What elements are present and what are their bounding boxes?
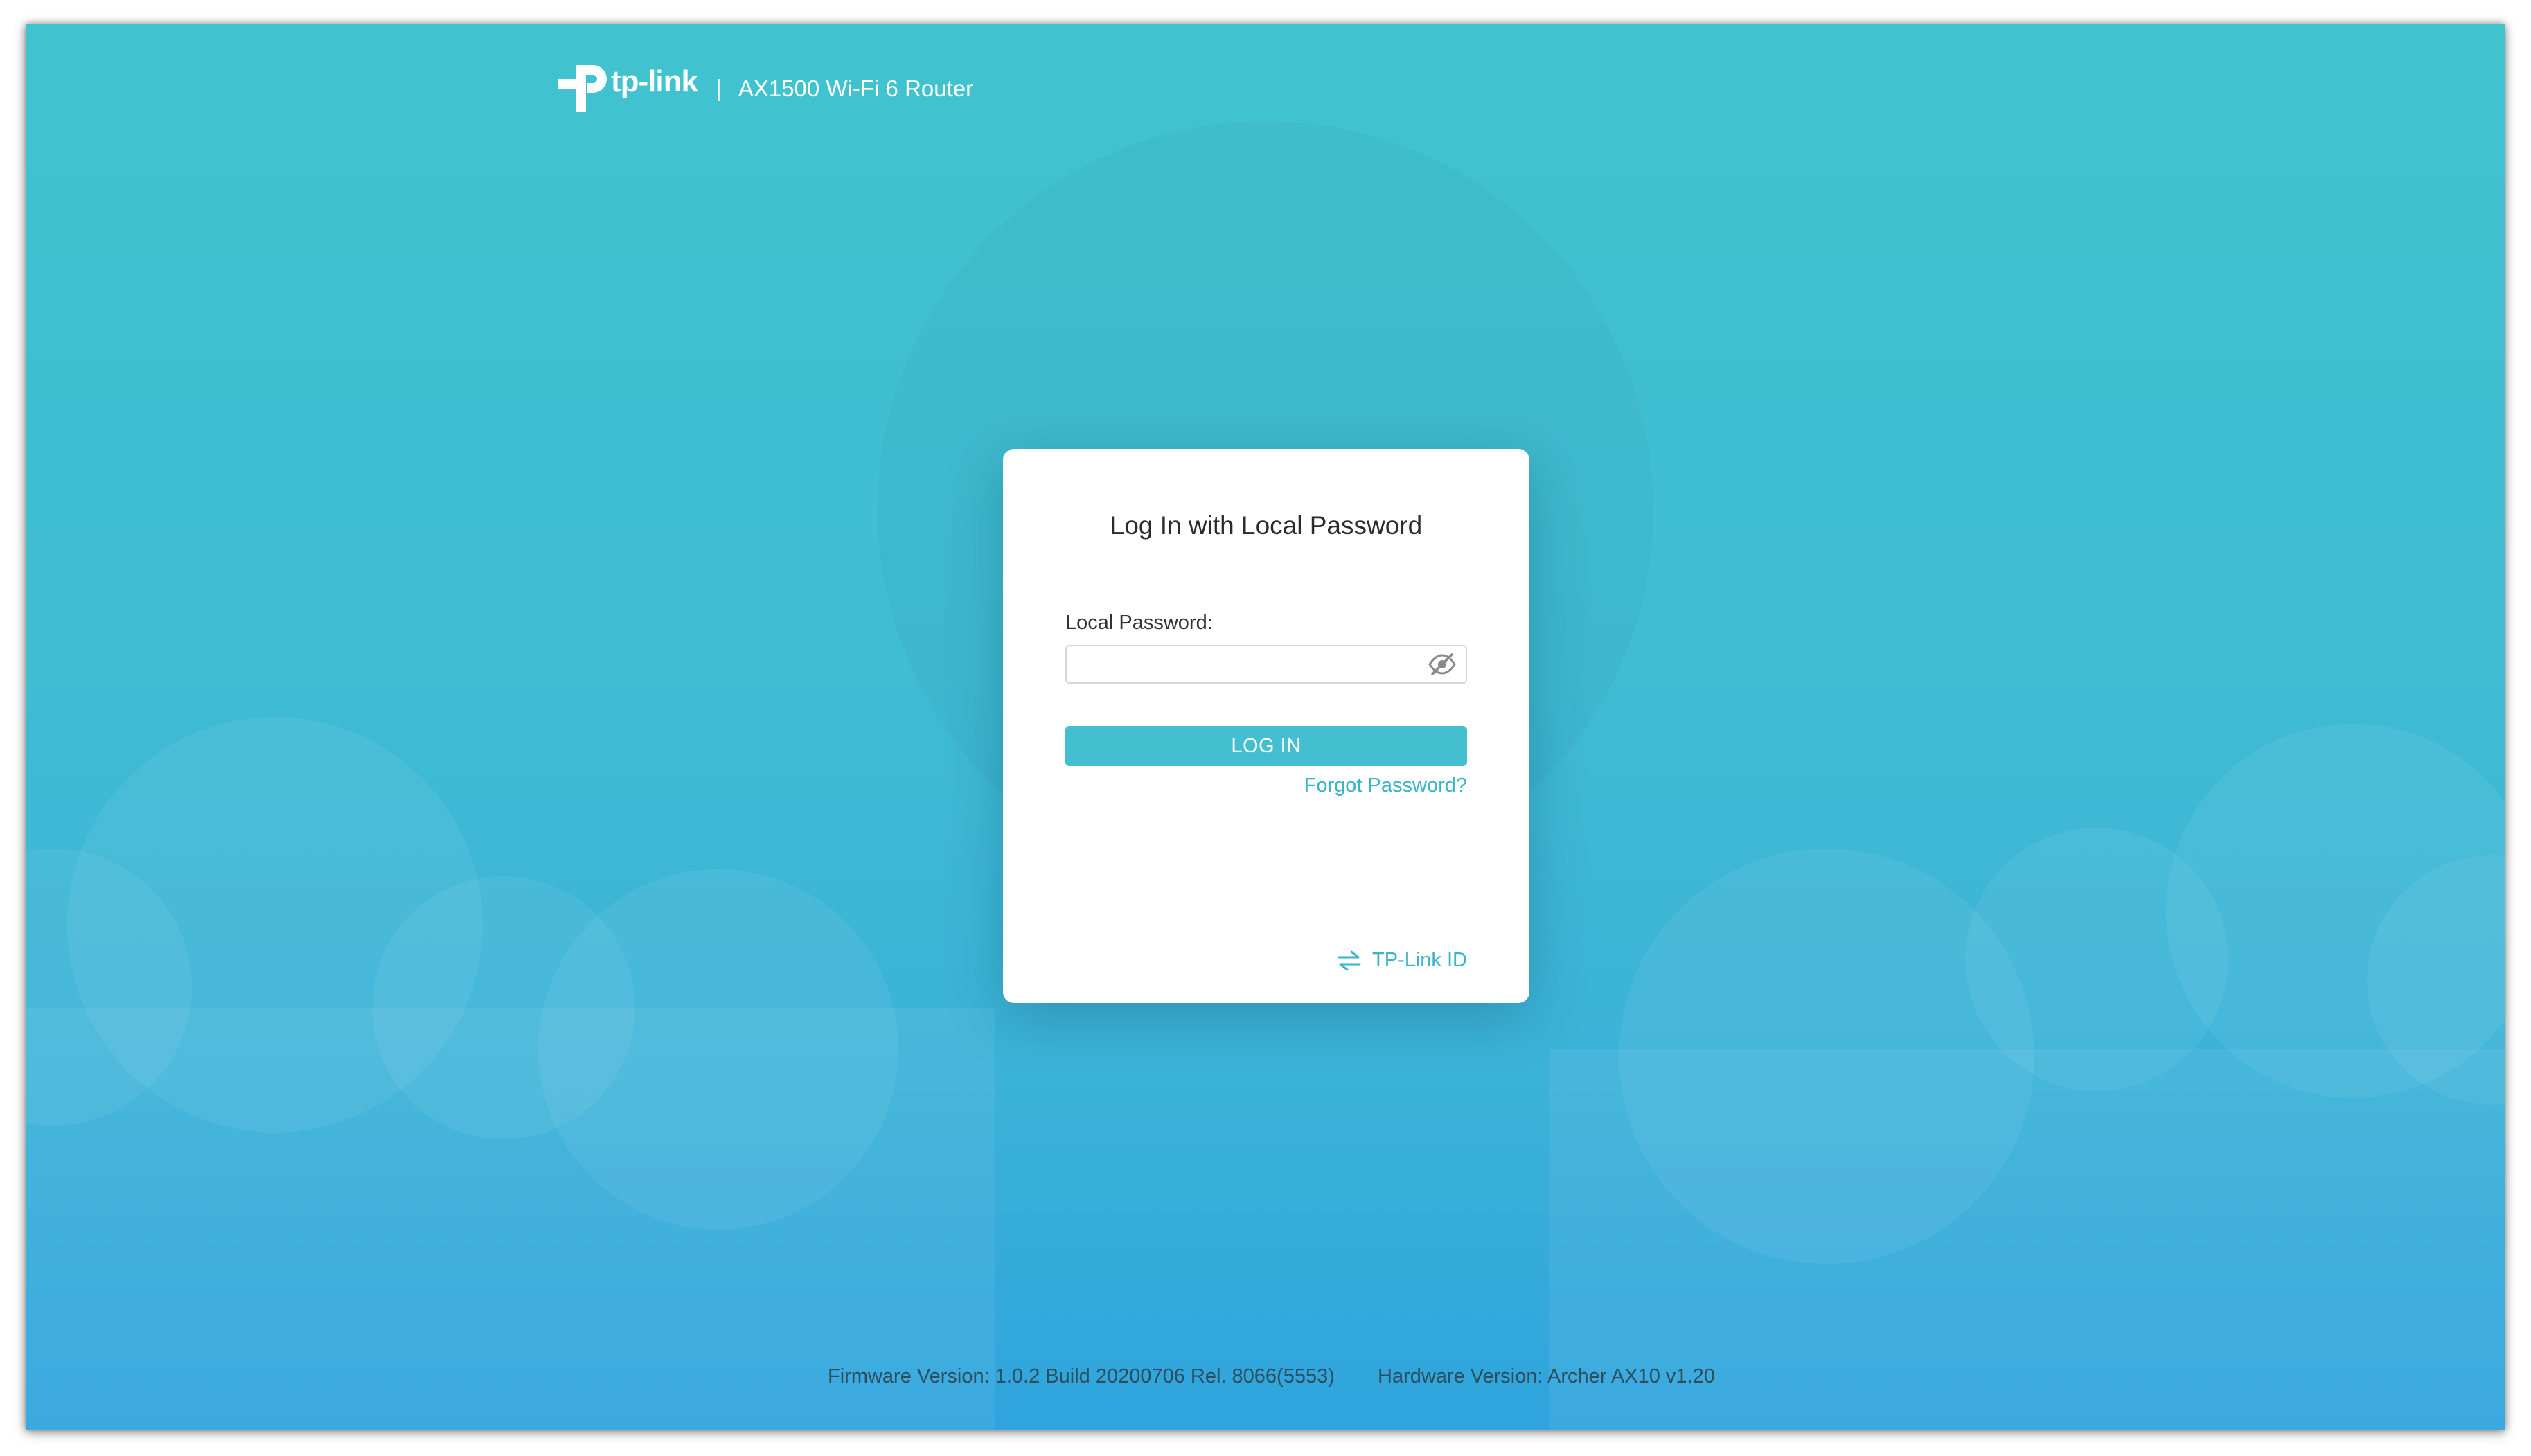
- password-label: Local Password:: [1065, 612, 1213, 634]
- tp-link-logo-icon: [558, 65, 607, 112]
- firmware-version: Firmware Version: 1.0.2 Build 20200706 R…: [828, 1365, 1335, 1387]
- router-login-window: tp-link | AX1500 Wi-Fi 6 Router Log In w…: [26, 24, 2505, 1430]
- header-bar: tp-link | AX1500 Wi-Fi 6 Router: [556, 57, 973, 120]
- login-button[interactable]: LOG IN: [1065, 726, 1467, 766]
- tp-link-id-label: TP-Link ID: [1372, 949, 1467, 971]
- tp-link-id-link[interactable]: TP-Link ID: [1336, 949, 1467, 972]
- login-title: Log In with Local Password: [1110, 511, 1423, 540]
- password-field[interactable]: [1065, 645, 1467, 684]
- brand-name: tp-link: [611, 64, 698, 98]
- login-card: Log In with Local Password Local Passwor…: [1003, 449, 1529, 1003]
- eye-slash-icon[interactable]: [1427, 652, 1457, 677]
- router-model: AX1500 Wi-Fi 6 Router: [738, 76, 974, 101]
- swap-arrows-icon: [1338, 950, 1361, 970]
- forgot-password-link[interactable]: Forgot Password?: [1304, 774, 1467, 797]
- password-input[interactable]: [1076, 650, 1405, 680]
- header-separator: |: [715, 75, 722, 102]
- hardware-version: Hardware Version: Archer AX10 v1.20: [1378, 1365, 1715, 1387]
